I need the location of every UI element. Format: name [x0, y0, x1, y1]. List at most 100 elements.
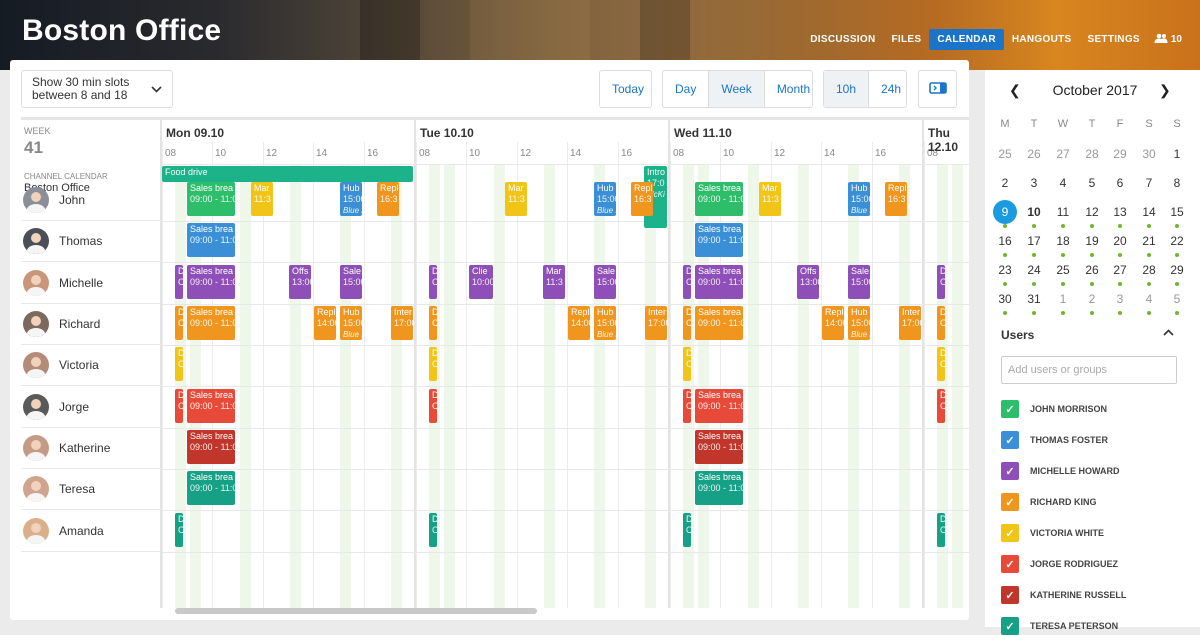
calendar-day[interactable]: 26: [1080, 258, 1104, 282]
event-block[interactable]: Sales brea 09:00 - 11:0: [187, 389, 235, 423]
calendar-day[interactable]: 4: [1051, 171, 1075, 195]
calendar-day[interactable]: 16: [993, 229, 1017, 253]
event-block[interactable]: Hub15:00 Blue I: [340, 306, 362, 340]
event-block[interactable]: DC: [429, 347, 437, 381]
today-button[interactable]: Today: [600, 71, 656, 107]
event-block[interactable]: Inter17:00: [391, 306, 413, 340]
user-checkbox[interactable]: ✓: [1001, 524, 1019, 542]
event-block[interactable]: Repl14:00: [568, 306, 590, 340]
next-month-icon[interactable]: ❯: [1159, 82, 1171, 99]
sidebar-toggle-button[interactable]: [918, 70, 957, 108]
event-block[interactable]: Mar 11:3: [251, 182, 273, 216]
event-block[interactable]: DC: [175, 513, 183, 547]
calendar-day[interactable]: 8: [1165, 171, 1189, 195]
user-checkbox[interactable]: ✓: [1001, 431, 1019, 449]
horizontal-scrollbar[interactable]: [175, 608, 537, 614]
event-block[interactable]: DC: [937, 265, 945, 299]
event-block[interactable]: Repl14:00: [314, 306, 336, 340]
event-block[interactable]: DC: [175, 265, 183, 299]
calendar-day[interactable]: 2: [1080, 287, 1104, 311]
event-block[interactable]: Sales brea 09:00 - 11:0: [187, 430, 235, 464]
calendar-day[interactable]: 19: [1080, 229, 1104, 253]
calendar-day[interactable]: 1: [1051, 287, 1075, 311]
calendar-day[interactable]: 21: [1137, 229, 1161, 253]
users-count[interactable]: 10: [1148, 28, 1188, 51]
user-item[interactable]: ✓ THOMAS FOSTER: [1001, 431, 1108, 449]
chevron-up-icon[interactable]: [1163, 325, 1174, 339]
event-block[interactable]: DC: [175, 347, 183, 381]
calendar-day[interactable]: 7: [1137, 171, 1161, 195]
calendar-day[interactable]: 29: [1108, 142, 1132, 166]
event-block[interactable]: Hub15:00 Blue I: [848, 182, 870, 216]
event-block[interactable]: Inter17:00: [899, 306, 921, 340]
user-checkbox[interactable]: ✓: [1001, 462, 1019, 480]
event-block[interactable]: Sales brea 09:00 - 11:0: [187, 182, 235, 216]
range-24h-button[interactable]: 24h: [869, 71, 913, 107]
prev-month-icon[interactable]: ❮: [1009, 82, 1021, 99]
user-checkbox[interactable]: ✓: [1001, 400, 1019, 418]
calendar-day[interactable]: 25: [993, 142, 1017, 166]
calendar-day[interactable]: 13: [1108, 200, 1132, 224]
event-block[interactable]: DC: [937, 347, 945, 381]
event-block[interactable]: Mar 11:3: [505, 182, 527, 216]
event-block[interactable]: Sales brea 09:00 - 11:0: [695, 223, 743, 257]
calendar-day[interactable]: 14: [1137, 200, 1161, 224]
calendar-day[interactable]: 2: [993, 171, 1017, 195]
event-block[interactable]: Sales brea 09:00 - 11:0: [695, 182, 743, 216]
event-block[interactable]: DC: [683, 265, 691, 299]
event-block[interactable]: Sales brea 09:00 - 11:0: [695, 471, 743, 505]
calendar-day[interactable]: 5: [1165, 287, 1189, 311]
calendar-day[interactable]: 18: [1051, 229, 1075, 253]
user-item[interactable]: ✓ VICTORIA WHITE: [1001, 524, 1104, 542]
calendar-day[interactable]: 3: [1022, 171, 1046, 195]
event-block[interactable]: Sales brea 09:00 - 11:0: [695, 430, 743, 464]
calendar-day[interactable]: 15: [1165, 200, 1189, 224]
calendar-day[interactable]: 20: [1108, 229, 1132, 253]
nav-discussion[interactable]: DISCUSSION: [802, 29, 883, 50]
nav-calendar[interactable]: CALENDAR: [929, 29, 1004, 50]
event-block[interactable]: Repl 16:3: [377, 182, 399, 216]
calendar-day[interactable]: 31: [1022, 287, 1046, 311]
user-item[interactable]: ✓ KATHERINE RUSSELL: [1001, 586, 1126, 604]
event-block[interactable]: Hub15:00 Blue I: [848, 306, 870, 340]
event-block[interactable]: DC: [429, 306, 437, 340]
calendar-day[interactable]: 23: [993, 258, 1017, 282]
calendar-day[interactable]: 29: [1165, 258, 1189, 282]
event-block[interactable]: Hub15:00 Blue I: [594, 306, 616, 340]
event-block[interactable]: Repl 16:3: [631, 182, 653, 216]
event-block[interactable]: Clie 10:00: [469, 265, 493, 299]
users-search-input[interactable]: Add users or groups: [1001, 356, 1177, 384]
event-block[interactable]: Sale15:00: [594, 265, 616, 299]
user-item[interactable]: ✓ JORGE RODRIGUEZ: [1001, 555, 1118, 573]
user-checkbox[interactable]: ✓: [1001, 617, 1019, 635]
event-block[interactable]: DC: [683, 306, 691, 340]
event-block[interactable]: Inter17:00: [645, 306, 667, 340]
nav-hangouts[interactable]: HANGOUTS: [1004, 29, 1080, 50]
nav-settings[interactable]: SETTINGS: [1079, 29, 1147, 50]
calendar-day[interactable]: 12: [1080, 200, 1104, 224]
calendar-day[interactable]: 4: [1137, 287, 1161, 311]
event-block[interactable]: Repl 16:3: [885, 182, 907, 216]
event-block[interactable]: Sale15:00: [848, 265, 870, 299]
event-block[interactable]: DC: [175, 389, 183, 423]
calendar-day[interactable]: 27: [1108, 258, 1132, 282]
calendar-day[interactable]: 11: [1051, 200, 1075, 224]
event-block[interactable]: Offs13:00: [289, 265, 311, 299]
event-block[interactable]: Sales brea 09:00 - 11:0: [187, 265, 235, 299]
calendar-day[interactable]: 28: [1137, 258, 1161, 282]
channel-event[interactable]: Food drive: [162, 166, 413, 182]
event-block[interactable]: Mar 11:3: [543, 265, 565, 299]
calendar-day[interactable]: 25: [1051, 258, 1075, 282]
calendar-day[interactable]: 30: [1137, 142, 1161, 166]
calendar-day[interactable]: 3: [1108, 287, 1132, 311]
slot-select[interactable]: Show 30 min slots between 8 and 18: [21, 70, 173, 108]
event-block[interactable]: Hub15:00 Blue I: [594, 182, 616, 216]
event-block[interactable]: DC: [683, 513, 691, 547]
user-checkbox[interactable]: ✓: [1001, 493, 1019, 511]
nav-files[interactable]: FILES: [883, 29, 929, 50]
event-block[interactable]: DC: [937, 306, 945, 340]
calendar-day[interactable]: 5: [1080, 171, 1104, 195]
calendar-day[interactable]: 30: [993, 287, 1017, 311]
view-week-button[interactable]: Week: [709, 71, 765, 107]
event-block[interactable]: Sales brea 09:00 - 11:0: [187, 306, 235, 340]
